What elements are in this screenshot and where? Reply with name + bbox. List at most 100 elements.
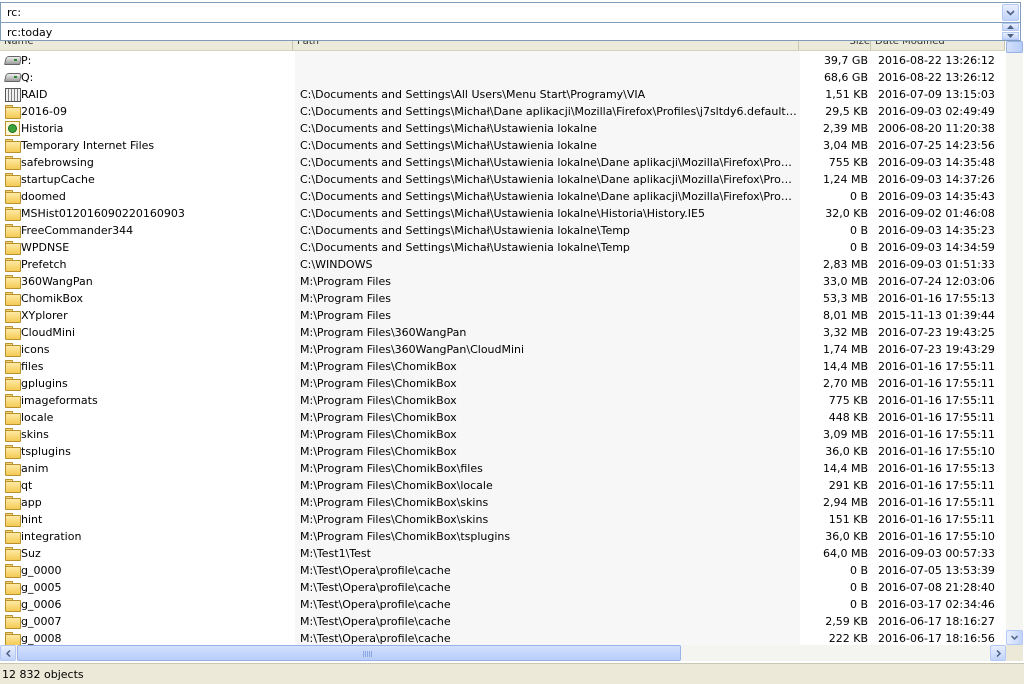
- row-name: FreeCommander344: [21, 224, 134, 237]
- row-name: g_0005: [21, 581, 62, 594]
- row-date: 2016-09-03 14:37:26: [878, 173, 995, 186]
- row-path: M:\Program Files\ChomikBox\skins: [300, 513, 489, 526]
- row-name: gplugins: [21, 377, 68, 390]
- table-row[interactable]: g_0007 M:\Test\Opera\profile\cache 2,59 KB…: [0, 613, 1006, 630]
- table-row[interactable]: Q: 68,6 GB 2016-08-22 13:26:12: [0, 69, 1006, 86]
- table-row[interactable]: FreeCommander344 C:\Documents and Setting…: [0, 222, 1006, 239]
- scroll-down-button[interactable]: [1002, 32, 1019, 40]
- table-row[interactable]: g_0000 M:\Test\Opera\profile\cache 0 B 2016…: [0, 562, 1006, 579]
- column-path[interactable]: Path: [293, 41, 799, 50]
- row-name: Q:: [21, 71, 34, 84]
- table-row[interactable]: 2016-09 C:\Documents and Settings\Michał\…: [0, 103, 1006, 120]
- table-row[interactable]: skins M:\Program Files\ChomikBox 3,09 MB 20…: [0, 426, 1006, 443]
- table-row[interactable]: g_0005 M:\Test\Opera\profile\cache 0 B 2016…: [0, 579, 1006, 596]
- table-row[interactable]: g_0008 M:\Test\Opera\profile\cache 222 KB 2…: [0, 630, 1006, 645]
- table-row[interactable]: WPDNSE C:\Documents and Settings\Michał\U…: [0, 239, 1006, 256]
- vertical-scroll-thumb[interactable]: [1006, 41, 1023, 53]
- row-size: 32,0 KB: [825, 207, 868, 220]
- row-name: g_0000: [21, 564, 62, 577]
- folder-icon: [4, 138, 21, 153]
- row-date: 2016-01-16 17:55:11: [878, 377, 995, 390]
- search-input[interactable]: [1, 3, 1003, 22]
- row-path: M:\Program Files: [300, 309, 391, 322]
- table-row[interactable]: RAID C:\Documents and Settings\All Users\…: [0, 86, 1006, 103]
- folder-icon: [4, 614, 21, 629]
- row-path: M:\Program Files\ChomikBox: [300, 394, 457, 407]
- row-name: app: [21, 496, 42, 509]
- row-path: M:\Program Files\ChomikBox\skins: [300, 496, 489, 509]
- table-row[interactable]: imageformats M:\Program Files\ChomikBox 77…: [0, 392, 1006, 409]
- table-row[interactable]: Temporary Internet Files C:\Documents and…: [0, 137, 1006, 154]
- row-size: 2,70 MB: [822, 377, 868, 390]
- row-date: 2016-07-23 19:43:29: [878, 343, 995, 356]
- row-path: C:\Documents and Settings\Michał\Ustawie…: [300, 156, 797, 169]
- row-name: files: [21, 360, 44, 373]
- row-path: M:\Program Files: [300, 292, 391, 305]
- row-date: 2016-01-16 17:55:11: [878, 394, 995, 407]
- table-row[interactable]: doomed C:\Documents and Settings\Michał\U…: [0, 188, 1006, 205]
- table-row[interactable]: CloudMini M:\Program Files\360WangPan 3,32…: [0, 324, 1006, 341]
- row-path: M:\Program Files\ChomikBox\locale: [300, 479, 493, 492]
- row-date: 2016-01-16 17:55:13: [878, 292, 995, 305]
- row-path: M:\Program Files\360WangPan\CloudMini: [300, 343, 525, 356]
- column-size[interactable]: Size: [799, 41, 871, 50]
- row-date: 2016-07-23 19:43:25: [878, 326, 995, 339]
- table-row[interactable]: ChomikBox M:\Program Files 53,3 MB 2016-01-…: [0, 290, 1006, 307]
- row-size: 2,59 KB: [825, 615, 868, 628]
- search-box[interactable]: [0, 2, 1021, 23]
- raid-icon: [4, 87, 21, 102]
- table-row[interactable]: Prefetch C:\WINDOWS 2,83 MB 2016-09-03 01:5…: [0, 256, 1006, 273]
- row-name: CloudMini: [21, 326, 75, 339]
- row-size: 29,5 KB: [825, 105, 868, 118]
- dropdown-button[interactable]: [1002, 4, 1019, 21]
- table-row[interactable]: startupCache C:\Documents and Settings\Mi…: [0, 171, 1006, 188]
- table-row[interactable]: locale M:\Program Files\ChomikBox 448 KB 20…: [0, 409, 1006, 426]
- row-path: C:\Documents and Settings\All Users\Menu…: [300, 88, 646, 101]
- row-path: M:\Test\Opera\profile\cache: [300, 564, 451, 577]
- row-name: 2016-09: [21, 105, 67, 118]
- table-row[interactable]: app M:\Program Files\ChomikBox\skins 2,94 …: [0, 494, 1006, 511]
- vertical-scrollbar[interactable]: [1006, 41, 1023, 645]
- table-row[interactable]: gplugins M:\Program Files\ChomikBox 2,70 M…: [0, 375, 1006, 392]
- table-row[interactable]: Suz M:\Test1\Test 64,0 MB 2016-09-03 00:57:…: [0, 545, 1006, 562]
- row-path: M:\Program Files: [300, 275, 391, 288]
- row-size: 448 KB: [828, 411, 868, 424]
- table-row[interactable]: icons M:\Program Files\360WangPan\CloudMi…: [0, 341, 1006, 358]
- table-row[interactable]: qt M:\Program Files\ChomikBox\locale 291 K…: [0, 477, 1006, 494]
- horizontal-scroll-thumb[interactable]: [17, 645, 681, 661]
- scroll-down-button[interactable]: [1006, 630, 1023, 645]
- scroll-right-button[interactable]: [990, 645, 1006, 661]
- row-name: icons: [21, 343, 50, 356]
- row-path: C:\Documents and Settings\Michał\Ustawie…: [300, 122, 597, 135]
- row-size: 53,3 MB: [822, 292, 868, 305]
- row-size: 3,04 MB: [822, 139, 868, 152]
- scroll-left-button[interactable]: [0, 645, 16, 661]
- folder-icon: [4, 240, 21, 255]
- table-row[interactable]: MSHist012016090220160903 C:\Documents and…: [0, 205, 1006, 222]
- table-row[interactable]: tsplugins M:\Program Files\ChomikBox 36,0 …: [0, 443, 1006, 460]
- row-size: 0 B: [849, 241, 868, 254]
- scroll-up-button[interactable]: [1002, 23, 1019, 31]
- table-row[interactable]: XYplorer M:\Program Files 8,01 MB 2015-11-1…: [0, 307, 1006, 324]
- horizontal-scrollbar[interactable]: [0, 645, 1006, 661]
- drive-icon: [4, 70, 20, 84]
- table-row[interactable]: g_0006 M:\Test\Opera\profile\cache 0 B 2016…: [0, 596, 1006, 613]
- table-row[interactable]: safebrowsing C:\Documents and Settings\Mi…: [0, 154, 1006, 171]
- autocomplete-scrollbar[interactable]: [1002, 23, 1019, 40]
- table-row[interactable]: hint M:\Program Files\ChomikBox\skins 151 …: [0, 511, 1006, 528]
- table-row[interactable]: 360WangPan M:\Program Files 33,0 MB 2016-07…: [0, 273, 1006, 290]
- table-row[interactable]: Historia C:\Documents and Settings\Michał…: [0, 120, 1006, 137]
- row-name: locale: [21, 411, 54, 424]
- autocomplete-item[interactable]: rc:today: [7, 26, 52, 39]
- column-name[interactable]: Name: [0, 41, 293, 50]
- row-name: RAID: [21, 88, 48, 101]
- row-size: 222 KB: [828, 632, 868, 645]
- row-size: 775 KB: [828, 394, 868, 407]
- row-path: M:\Test\Opera\profile\cache: [300, 615, 451, 628]
- table-row[interactable]: integration M:\Program Files\ChomikBox\ts…: [0, 528, 1006, 545]
- table-row[interactable]: P: 39,7 GB 2016-08-22 13:26:12: [0, 52, 1006, 69]
- column-date[interactable]: Date Modified: [871, 41, 1005, 50]
- table-row[interactable]: anim M:\Program Files\ChomikBox\files 14,4…: [0, 460, 1006, 477]
- table-row[interactable]: files M:\Program Files\ChomikBox 14,4 MB 20…: [0, 358, 1006, 375]
- folder-icon: [4, 427, 21, 442]
